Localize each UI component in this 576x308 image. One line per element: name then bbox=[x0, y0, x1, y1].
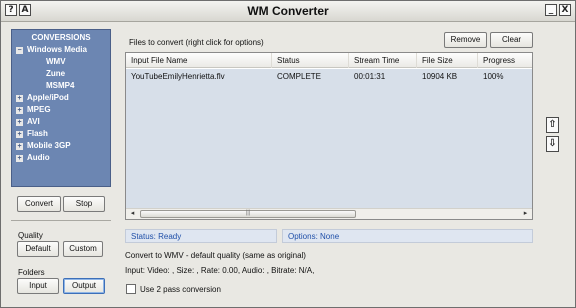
tree-item-label: Audio bbox=[27, 153, 50, 162]
progress-cell: 100% bbox=[483, 72, 504, 81]
move-down-icon[interactable]: ⇩ bbox=[546, 136, 559, 152]
scroll-left-icon[interactable]: ◂ bbox=[127, 209, 138, 219]
close-button[interactable]: X bbox=[559, 4, 571, 16]
clear-button[interactable]: Clear bbox=[490, 32, 533, 48]
file-list-header: Input File Name Status Stream Time File … bbox=[126, 53, 532, 68]
options-box: Options: None bbox=[282, 229, 533, 243]
column-header-file-size[interactable]: File Size bbox=[417, 53, 478, 68]
quality-label: Quality bbox=[18, 231, 43, 240]
table-row[interactable]: YouTubeEmilyHenrietta.flv COMPLETE 00:01… bbox=[126, 69, 532, 209]
tree-item-label: Flash bbox=[27, 129, 48, 138]
divider bbox=[11, 220, 111, 221]
folders-label: Folders bbox=[18, 268, 45, 277]
conversions-title: CONVERSIONS bbox=[31, 33, 91, 42]
expand-icon[interactable]: + bbox=[16, 143, 23, 150]
default-quality-button[interactable]: Default bbox=[17, 241, 59, 257]
tree-item-avi[interactable]: + AVI bbox=[16, 116, 40, 128]
tree-item-flash[interactable]: + Flash bbox=[16, 128, 48, 140]
custom-quality-button[interactable]: Custom bbox=[63, 241, 103, 257]
column-header-progress[interactable]: Progress bbox=[478, 53, 532, 68]
horizontal-scrollbar[interactable]: ◂ ||| ▸ bbox=[126, 208, 532, 219]
column-header-stream-time[interactable]: Stream Time bbox=[349, 53, 417, 68]
minimize-button[interactable]: _ bbox=[545, 4, 557, 16]
column-header-input-file-name[interactable]: Input File Name bbox=[126, 53, 272, 68]
expand-icon[interactable]: + bbox=[16, 155, 23, 162]
stream-time-cell: 00:01:31 bbox=[354, 72, 386, 81]
expand-icon[interactable]: + bbox=[16, 131, 23, 138]
status-box: Status: Ready bbox=[125, 229, 277, 243]
convert-to-text: Convert to WMV - default quality (same a… bbox=[125, 251, 306, 260]
remove-button[interactable]: Remove bbox=[444, 32, 487, 48]
app-window: ? A WM Converter _ X CONVERSIONS − Window… bbox=[0, 0, 576, 308]
files-to-convert-label: Files to convert (right click for option… bbox=[129, 38, 264, 47]
tree-item-mpeg[interactable]: + MPEG bbox=[16, 104, 51, 116]
file-list[interactable]: Input File Name Status Stream Time File … bbox=[125, 52, 533, 220]
conversions-panel: CONVERSIONS − Windows Media WMV Zune MSMP… bbox=[11, 29, 111, 187]
expand-icon[interactable]: + bbox=[16, 95, 23, 102]
stop-button[interactable]: Stop bbox=[63, 196, 105, 212]
expand-icon[interactable]: + bbox=[16, 119, 23, 126]
output-folder-button[interactable]: Output bbox=[63, 278, 105, 294]
tree-item-msmp4[interactable]: MSMP4 bbox=[46, 80, 74, 92]
tree-item-audio[interactable]: + Audio bbox=[16, 152, 50, 164]
file-size-cell: 10904 KB bbox=[422, 72, 458, 81]
two-pass-checkbox[interactable] bbox=[126, 284, 136, 294]
column-header-status[interactable]: Status bbox=[272, 53, 349, 68]
expand-icon[interactable]: + bbox=[16, 107, 23, 114]
move-up-icon[interactable]: ⇧ bbox=[546, 117, 559, 133]
tree-item-label: MPEG bbox=[27, 105, 51, 114]
tree-item-zune[interactable]: Zune bbox=[46, 68, 65, 80]
tree-item-label: Mobile 3GP bbox=[27, 141, 71, 150]
tree-item-label: Apple/iPod bbox=[27, 93, 69, 102]
convert-button[interactable]: Convert bbox=[17, 196, 61, 212]
tree-item-windows-media[interactable]: − Windows Media bbox=[16, 44, 87, 56]
title-bar: ? A WM Converter _ X bbox=[1, 1, 575, 22]
window-title: WM Converter bbox=[247, 4, 329, 18]
tree-item-wmv[interactable]: WMV bbox=[46, 56, 66, 68]
scrollbar-thumb[interactable]: ||| bbox=[140, 210, 356, 218]
input-folder-button[interactable]: Input bbox=[17, 278, 59, 294]
file-name-cell: YouTubeEmilyHenrietta.flv bbox=[131, 72, 225, 81]
tree-item-label: AVI bbox=[27, 117, 40, 126]
tree-item-apple-ipod[interactable]: + Apple/iPod bbox=[16, 92, 69, 104]
input-info-text: Input: Video: , Size: , Rate: 0.00, Audi… bbox=[125, 266, 315, 275]
two-pass-label: Use 2 pass conversion bbox=[140, 285, 221, 294]
scroll-right-icon[interactable]: ▸ bbox=[520, 209, 531, 219]
tree-item-label: Windows Media bbox=[27, 45, 87, 54]
status-cell: COMPLETE bbox=[277, 72, 322, 81]
collapse-icon[interactable]: − bbox=[16, 47, 23, 54]
tree-item-mobile-3gp[interactable]: + Mobile 3GP bbox=[16, 140, 71, 152]
